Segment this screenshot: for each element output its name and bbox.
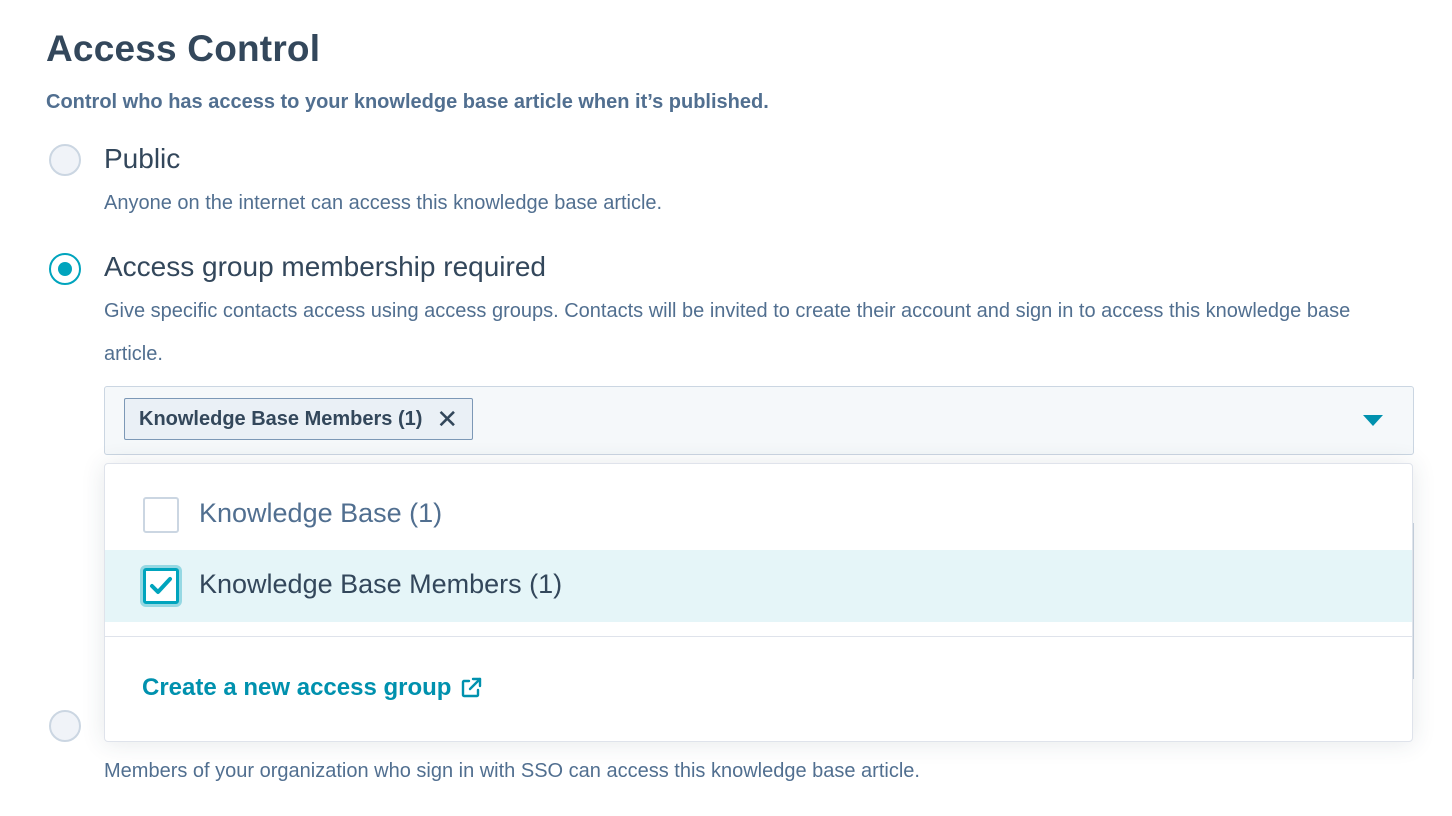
selected-tag: Knowledge Base Members (1) ✕ — [124, 398, 474, 440]
dropdown-item-knowledge-base[interactable]: Knowledge Base (1) — [105, 479, 1412, 551]
option-public-description: Anyone on the internet can access this k… — [104, 192, 663, 214]
page-title: Access Control — [46, 28, 321, 69]
checkbox-knowledge-base-members[interactable] — [143, 568, 179, 604]
dropdown-divider — [105, 636, 1412, 637]
option-public-label[interactable]: Public — [104, 143, 180, 175]
selected-tag-label: Knowledge Base Members (1) — [139, 407, 423, 430]
close-icon[interactable]: ✕ — [436, 406, 458, 432]
radio-access-group[interactable] — [49, 253, 81, 285]
radio-sso[interactable] — [49, 710, 81, 742]
dropdown-item-label: Knowledge Base Members (1) — [199, 569, 563, 599]
dropdown-item-knowledge-base-members[interactable]: Knowledge Base Members (1) — [105, 550, 1412, 622]
radio-public[interactable] — [49, 144, 81, 176]
access-group-select[interactable]: Knowledge Base Members (1) ✕ — [104, 386, 1414, 455]
external-link-icon — [462, 677, 482, 698]
section-subtitle: Control who has access to your knowledge… — [46, 91, 769, 113]
access-group-dropdown: Knowledge Base (1) Knowledge Base Member… — [104, 463, 1413, 742]
checkmark-icon — [150, 577, 172, 594]
create-access-group-label: Create a new access group — [142, 674, 452, 701]
option-sso-description: Members of your organization who sign in… — [104, 760, 920, 782]
caret-down-icon[interactable] — [1363, 415, 1383, 426]
create-access-group-link[interactable]: Create a new access group — [142, 674, 483, 702]
dropdown-item-label: Knowledge Base (1) — [199, 498, 443, 528]
option-access-group-label[interactable]: Access group membership required — [104, 251, 546, 283]
option-access-group-description: Give specific contacts access using acce… — [104, 300, 1351, 365]
checkbox-knowledge-base[interactable] — [143, 497, 179, 533]
